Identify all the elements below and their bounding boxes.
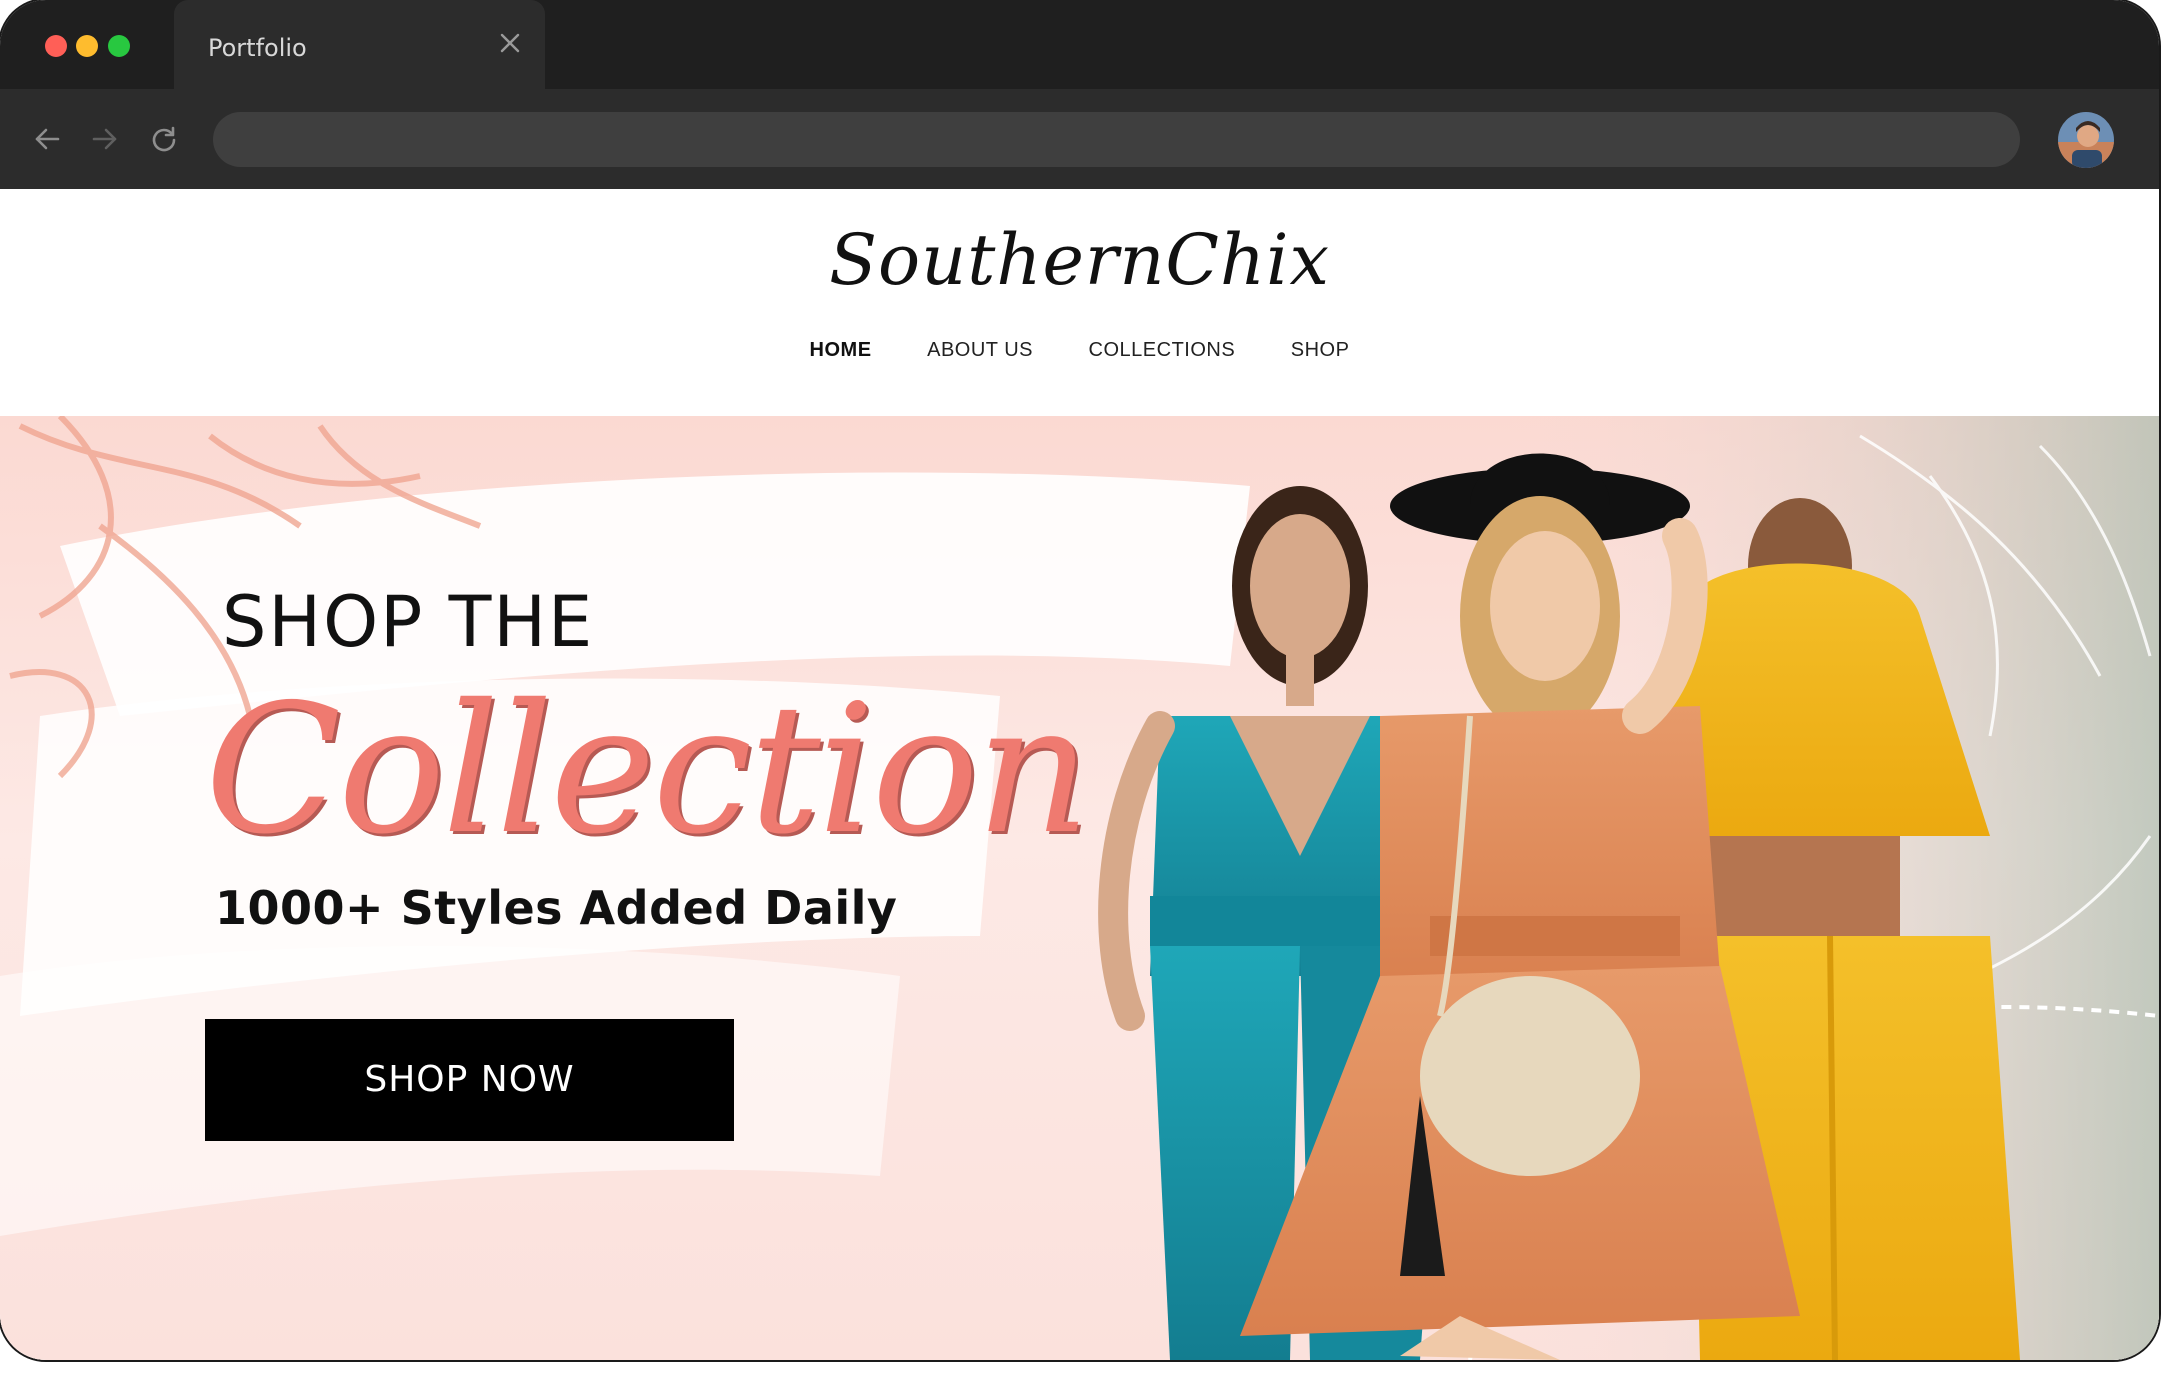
browser-toolbar bbox=[0, 89, 2159, 189]
reload-icon[interactable] bbox=[150, 125, 178, 153]
forward-arrow-icon[interactable] bbox=[91, 125, 119, 153]
hero-banner: SHOP THE Collection 1000+ Styles Added D… bbox=[0, 416, 2159, 1360]
window-maximize-dot[interactable] bbox=[108, 35, 130, 57]
nav-item-home[interactable]: HOME bbox=[810, 339, 872, 362]
site-header: SouthernChix HOME ABOUT US COLLECTIONS S… bbox=[0, 189, 2159, 416]
main-nav: HOME ABOUT US COLLECTIONS SHOP bbox=[0, 339, 2159, 362]
browser-tab[interactable]: Portfolio bbox=[174, 0, 545, 89]
browser-window: Portfolio SouthernChix HOME ABOUT US COL… bbox=[0, 0, 2159, 1360]
hero-subhead: 1000+ Styles Added Daily bbox=[215, 881, 898, 935]
address-bar[interactable] bbox=[213, 112, 2020, 167]
nav-item-collections[interactable]: COLLECTIONS bbox=[1089, 339, 1236, 362]
nav-item-shop[interactable]: SHOP bbox=[1291, 339, 1350, 362]
window-close-dot[interactable] bbox=[45, 35, 67, 57]
hero-line-1: SHOP THE bbox=[222, 581, 595, 663]
site-logo[interactable]: SouthernChix bbox=[0, 219, 2159, 301]
browser-titlebar: Portfolio bbox=[0, 0, 2159, 89]
tab-title: Portfolio bbox=[208, 34, 307, 62]
shop-now-button[interactable]: SHOP NOW bbox=[205, 1019, 734, 1141]
window-minimize-dot[interactable] bbox=[76, 35, 98, 57]
website: SouthernChix HOME ABOUT US COLLECTIONS S… bbox=[0, 189, 2159, 1360]
back-arrow-icon[interactable] bbox=[33, 125, 61, 153]
hero-headline: Collection bbox=[205, 666, 1091, 873]
nav-item-about-us[interactable]: ABOUT US bbox=[927, 339, 1033, 362]
hero-copy: SHOP THE Collection 1000+ Styles Added D… bbox=[0, 416, 2159, 1360]
close-icon[interactable] bbox=[497, 30, 523, 56]
user-avatar[interactable] bbox=[2058, 112, 2114, 168]
